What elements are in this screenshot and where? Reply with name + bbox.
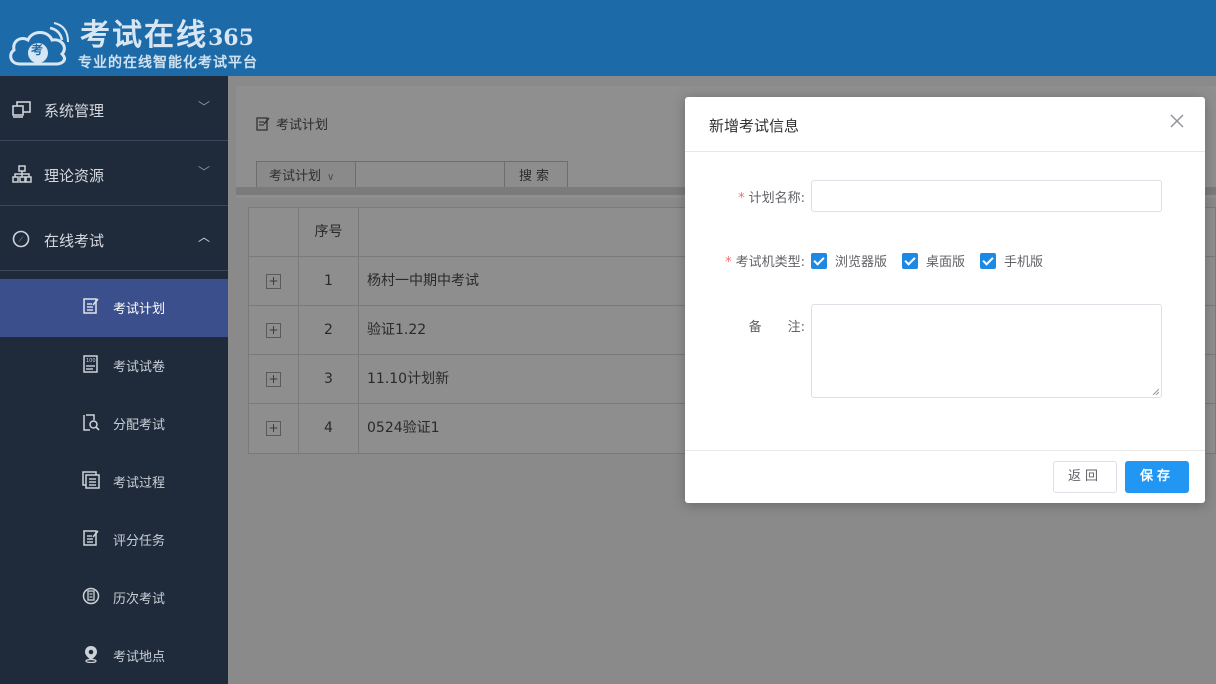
breadcrumb: 考试计划 xyxy=(256,114,328,133)
table-cell: + xyxy=(249,404,299,453)
sidebar-group-label: 理论资源 xyxy=(44,167,105,185)
sidebar-item-label: 考试试卷 xyxy=(113,360,166,375)
sidebar: 系统管理 ﹀ 理论资源 ﹀ 在线考试 ︿ 考试计划 100 考试试卷 分配考试 … xyxy=(0,76,228,684)
app-title-main: 考试在线 xyxy=(80,18,208,53)
dialog-header: 新增考试信息 xyxy=(685,97,1205,152)
save-button[interactable]: 保存 xyxy=(1125,461,1189,493)
app-logo[interactable]: 考 考试在线365 专业的在线智能化考试平台 xyxy=(6,8,306,71)
required-mark: * xyxy=(725,255,732,270)
checkbox-checked-icon xyxy=(902,252,919,269)
sidebar-item-label: 历次考试 xyxy=(113,592,166,607)
remark-label: 备 注: xyxy=(748,320,805,335)
sidebar-item-label: 考试过程 xyxy=(113,476,166,491)
app-title-num: 365 xyxy=(208,25,254,51)
chevron-up-icon: ︿ xyxy=(197,230,210,244)
sidebar-item-exam-plan[interactable]: 考试计划 xyxy=(0,279,228,337)
list-doc-icon xyxy=(82,471,100,489)
table-header-no: 序号 xyxy=(299,208,359,256)
checkbox-browser[interactable]: 浏览器版 xyxy=(811,251,887,270)
add-exam-dialog: 新增考试信息 * 计划名称: * 考试机类型: 浏览器版 桌面版 手机版 备 注: … xyxy=(685,97,1205,503)
chevron-down-icon: ﹀ xyxy=(197,165,210,179)
history-icon xyxy=(82,587,100,605)
expand-plus-icon[interactable]: + xyxy=(266,323,281,338)
sidebar-group-system[interactable]: 系统管理 ﹀ xyxy=(0,76,228,141)
sidebar-item-label: 分配考试 xyxy=(113,418,166,433)
sitemap-icon xyxy=(12,165,32,183)
top-header: 考 考试在线365 专业的在线智能化考试平台 xyxy=(0,0,1216,76)
logo-cloud-char: 考 xyxy=(31,43,44,57)
location-pin-icon xyxy=(85,646,97,663)
dialog-footer: 返回 保存 xyxy=(685,450,1205,503)
sidebar-item-label: 考试计划 xyxy=(113,302,166,317)
app-title: 考试在线365 xyxy=(80,10,254,54)
resize-grip-icon[interactable] xyxy=(1152,388,1159,395)
sidebar-group-label: 系统管理 xyxy=(44,102,105,120)
table-cell-no: 4 xyxy=(299,404,359,453)
plan-name-label: * 计划名称: xyxy=(731,187,805,206)
table-cell: + xyxy=(249,306,299,354)
sidebar-group-online-exam[interactable]: 在线考试 ︿ xyxy=(0,206,228,271)
expand-plus-icon[interactable]: + xyxy=(266,274,281,289)
back-button[interactable]: 返回 xyxy=(1053,461,1117,493)
sidebar-item-assign-exam[interactable]: 分配考试 xyxy=(0,395,228,453)
table-header-cell xyxy=(249,208,299,256)
sidebar-item-label: 评分任务 xyxy=(113,534,166,549)
checkbox-label: 手机版 xyxy=(1004,255,1044,270)
expand-plus-icon[interactable]: + xyxy=(266,372,281,387)
checkbox-desktop[interactable]: 桌面版 xyxy=(902,251,965,270)
checkbox-label: 浏览器版 xyxy=(835,255,888,270)
svg-text:100: 100 xyxy=(86,358,96,364)
compass-icon xyxy=(12,230,30,248)
checkbox-checked-icon xyxy=(980,252,997,269)
sidebar-item-label: 考试地点 xyxy=(113,650,166,665)
edit-doc-icon xyxy=(83,530,99,546)
sidebar-item-grading-task[interactable]: 评分任务 xyxy=(0,511,228,569)
table-cell: + xyxy=(249,355,299,403)
chevron-down-icon: ﹀ xyxy=(197,100,210,114)
sidebar-item-exam-paper[interactable]: 100 考试试卷 xyxy=(0,337,228,395)
table-cell-no: 3 xyxy=(299,355,359,403)
breadcrumb-label: 考试计划 xyxy=(276,118,329,133)
score-paper-icon: 100 xyxy=(83,355,98,373)
machine-type-checkbox-group: 浏览器版 桌面版 手机版 xyxy=(811,251,1058,270)
chevron-down-icon: ∨ xyxy=(327,172,335,183)
checkbox-label: 桌面版 xyxy=(926,255,966,270)
assign-search-icon xyxy=(83,414,100,431)
sidebar-group-resources[interactable]: 理论资源 ﹀ xyxy=(0,141,228,206)
required-mark: * xyxy=(738,191,745,206)
checkbox-checked-icon xyxy=(811,252,827,269)
table-cell-no: 2 xyxy=(299,306,359,354)
expand-plus-icon[interactable]: + xyxy=(266,421,281,436)
machine-type-label: * 考试机类型: xyxy=(705,251,805,270)
plan-name-label-text: 计划名称: xyxy=(748,191,805,206)
checkbox-mobile[interactable]: 手机版 xyxy=(980,251,1043,270)
sidebar-item-exam-process[interactable]: 考试过程 xyxy=(0,453,228,511)
sidebar-item-exam-location[interactable]: 考试地点 xyxy=(0,627,228,684)
sidebar-item-exam-history[interactable]: 历次考试 xyxy=(0,569,228,627)
edit-doc-icon xyxy=(256,117,270,131)
edit-doc-icon xyxy=(83,298,99,314)
plan-name-input[interactable] xyxy=(811,180,1162,212)
search-type-value: 考试计划 xyxy=(269,169,322,184)
dialog-title: 新增考试信息 xyxy=(709,117,800,135)
table-cell-no: 1 xyxy=(299,257,359,305)
close-icon[interactable] xyxy=(1169,113,1185,129)
table-cell: + xyxy=(249,257,299,305)
app-subtitle: 专业的在线智能化考试平台 xyxy=(78,55,258,71)
machine-type-label-text: 考试机类型: xyxy=(735,255,805,270)
sidebar-group-label: 在线考试 xyxy=(44,232,105,250)
remark-textarea[interactable] xyxy=(811,304,1162,398)
monitor-icon xyxy=(12,101,31,118)
